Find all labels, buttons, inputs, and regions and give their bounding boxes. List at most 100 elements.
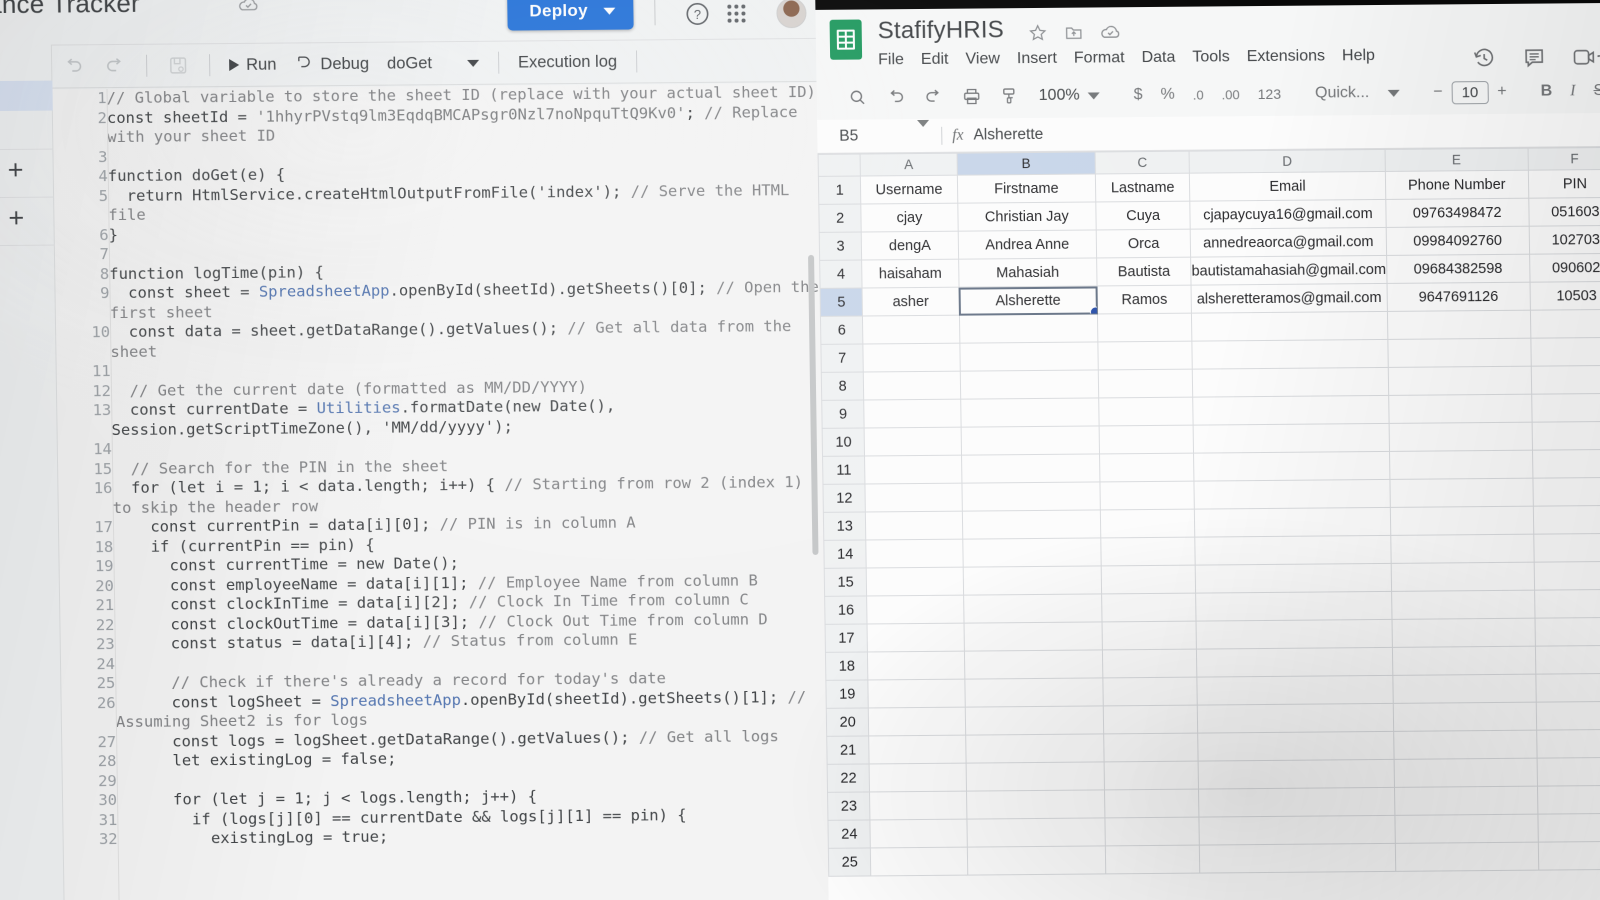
line-source[interactable]: return HtmlService.createHtmlOutputFromF… <box>108 180 819 225</box>
font-size-input[interactable]: 10 <box>1451 80 1489 104</box>
cell-C12[interactable] <box>1100 481 1195 510</box>
cell-F22[interactable] <box>1536 757 1600 787</box>
cell-A6[interactable] <box>862 315 960 344</box>
cell-E2[interactable]: 09763498472 <box>1385 198 1529 228</box>
cell-B7[interactable] <box>959 341 1099 372</box>
cell-D15[interactable] <box>1195 563 1392 594</box>
cell-A19[interactable] <box>868 679 965 708</box>
cell-A15[interactable] <box>866 567 964 596</box>
font-decrease-button[interactable]: − <box>1424 83 1452 101</box>
row-header-1[interactable]: 1 <box>818 176 862 205</box>
row-header-7[interactable]: 7 <box>820 343 864 373</box>
column-header-D[interactable]: D <box>1189 149 1386 174</box>
cell-F24[interactable] <box>1537 813 1600 843</box>
cell-C4[interactable]: Bautista <box>1096 257 1192 286</box>
chevron-down-icon[interactable] <box>1086 91 1109 100</box>
move-to-folder-icon[interactable] <box>1064 23 1084 48</box>
cell-F16[interactable] <box>1534 589 1600 619</box>
cell-F6[interactable] <box>1530 309 1600 339</box>
cell-A9[interactable] <box>864 399 961 428</box>
cell-D13[interactable] <box>1194 507 1391 538</box>
cell-B25[interactable] <box>966 845 1106 876</box>
paint-format-icon[interactable] <box>991 86 1029 106</box>
cell-A20[interactable] <box>868 707 966 736</box>
cell-C6[interactable] <box>1097 313 1193 342</box>
cell-D7[interactable] <box>1192 339 1388 370</box>
row-header-3[interactable]: 3 <box>819 232 863 261</box>
line-source[interactable]: const sheetId = '1hhyrPVstq9lm3EqdqBMCAP… <box>107 102 818 147</box>
cell-E5[interactable]: 9647691126 <box>1386 282 1531 312</box>
row-header-6[interactable]: 6 <box>820 316 864 345</box>
cell-A21[interactable] <box>869 735 966 764</box>
menu-item-view[interactable]: View <box>965 50 1000 68</box>
cell-A3[interactable]: dengA <box>861 231 959 261</box>
row-header-20[interactable]: 20 <box>826 707 870 737</box>
column-header-B[interactable]: B <box>956 151 1096 176</box>
column-header-E[interactable]: E <box>1384 148 1529 172</box>
cell-A4[interactable]: haisaham <box>862 259 959 289</box>
cell-A7[interactable] <box>863 343 960 372</box>
cell-A18[interactable] <box>867 651 965 680</box>
cell-E20[interactable] <box>1392 702 1537 732</box>
row-header-8[interactable]: 8 <box>821 371 865 401</box>
apps-grid-icon[interactable] <box>727 4 746 23</box>
cell-D22[interactable] <box>1198 759 1395 790</box>
row-header-5[interactable]: 5 <box>820 288 863 317</box>
cell-D2[interactable]: cjapaycuya16@gmail.com <box>1189 199 1386 230</box>
cell-C13[interactable] <box>1100 509 1195 538</box>
spreadsheet-grid[interactable]: A B C D E F 1 Username Firstname Lastname Email Pho… <box>817 146 1600 900</box>
cell-C16[interactable] <box>1101 593 1197 622</box>
cell-C3[interactable]: Orca <box>1096 229 1191 258</box>
add-service-button[interactable]: + <box>8 203 24 233</box>
increase-decimal-button[interactable]: .00 <box>1213 87 1249 102</box>
cell-C19[interactable] <box>1102 677 1198 706</box>
column-header-F[interactable]: F <box>1527 147 1600 171</box>
column-header-C[interactable]: C <box>1095 151 1190 174</box>
row-header-16[interactable]: 16 <box>824 595 868 625</box>
cell-E22[interactable] <box>1393 758 1538 788</box>
cell-B24[interactable] <box>966 817 1106 848</box>
line-source[interactable]: const logSheet = SpreadsheetApp.openById… <box>115 687 826 732</box>
row-header-13[interactable]: 13 <box>823 511 867 541</box>
redo-icon[interactable] <box>94 55 136 77</box>
project-title[interactable]: endance Tracker <box>0 0 140 21</box>
cell-E14[interactable] <box>1390 534 1534 564</box>
cell-A5[interactable]: asher <box>862 287 960 317</box>
cell-D9[interactable] <box>1192 395 1389 426</box>
line-source[interactable]: const data = sheet.getDataRange().getVal… <box>110 317 821 362</box>
search-icon[interactable] <box>839 87 877 107</box>
cell-A16[interactable] <box>866 595 964 624</box>
line-source[interactable]: for (let i = 1; i < data.length; i++) { … <box>112 473 823 518</box>
row-header-22[interactable]: 22 <box>827 763 870 793</box>
menu-item-extensions[interactable]: Extensions <box>1247 47 1326 66</box>
cell-E19[interactable] <box>1392 674 1537 704</box>
cell-B15[interactable] <box>962 565 1102 596</box>
cell-C9[interactable] <box>1098 397 1194 426</box>
cell-E16[interactable] <box>1391 590 1535 620</box>
menu-item-help[interactable]: Help <box>1342 47 1375 65</box>
cell-F7[interactable] <box>1530 337 1600 367</box>
cell-B4[interactable]: Mahasiah <box>958 257 1098 288</box>
cell-A8[interactable] <box>863 371 961 400</box>
cell-C5[interactable]: Ramos <box>1097 285 1192 314</box>
cell-D5[interactable]: alsheretteramos@gmail.com <box>1191 283 1388 314</box>
row-header-21[interactable]: 21 <box>826 735 870 765</box>
menu-item-insert[interactable]: Insert <box>1017 50 1057 68</box>
chevron-down-icon[interactable] <box>1378 89 1408 97</box>
function-selector[interactable]: doGet <box>378 50 441 78</box>
cell-A24[interactable] <box>870 819 967 848</box>
cell-E17[interactable] <box>1391 618 1536 648</box>
cell-F15[interactable] <box>1533 561 1600 591</box>
header-cell[interactable]: Phone Number <box>1385 170 1529 200</box>
star-icon[interactable] <box>1028 23 1048 48</box>
cell-F5[interactable]: 10503 <box>1529 281 1600 311</box>
row-header-25[interactable]: 25 <box>828 847 872 877</box>
cell-C23[interactable] <box>1104 789 1200 818</box>
row-header-10[interactable]: 10 <box>822 427 865 457</box>
document-title[interactable]: StafifyHRIS <box>878 16 1005 45</box>
cell-D6[interactable] <box>1191 311 1388 342</box>
select-all-corner[interactable] <box>818 154 861 177</box>
cell-C8[interactable] <box>1098 369 1193 398</box>
row-header-17[interactable]: 17 <box>825 623 868 653</box>
cell-A25[interactable] <box>870 847 968 876</box>
